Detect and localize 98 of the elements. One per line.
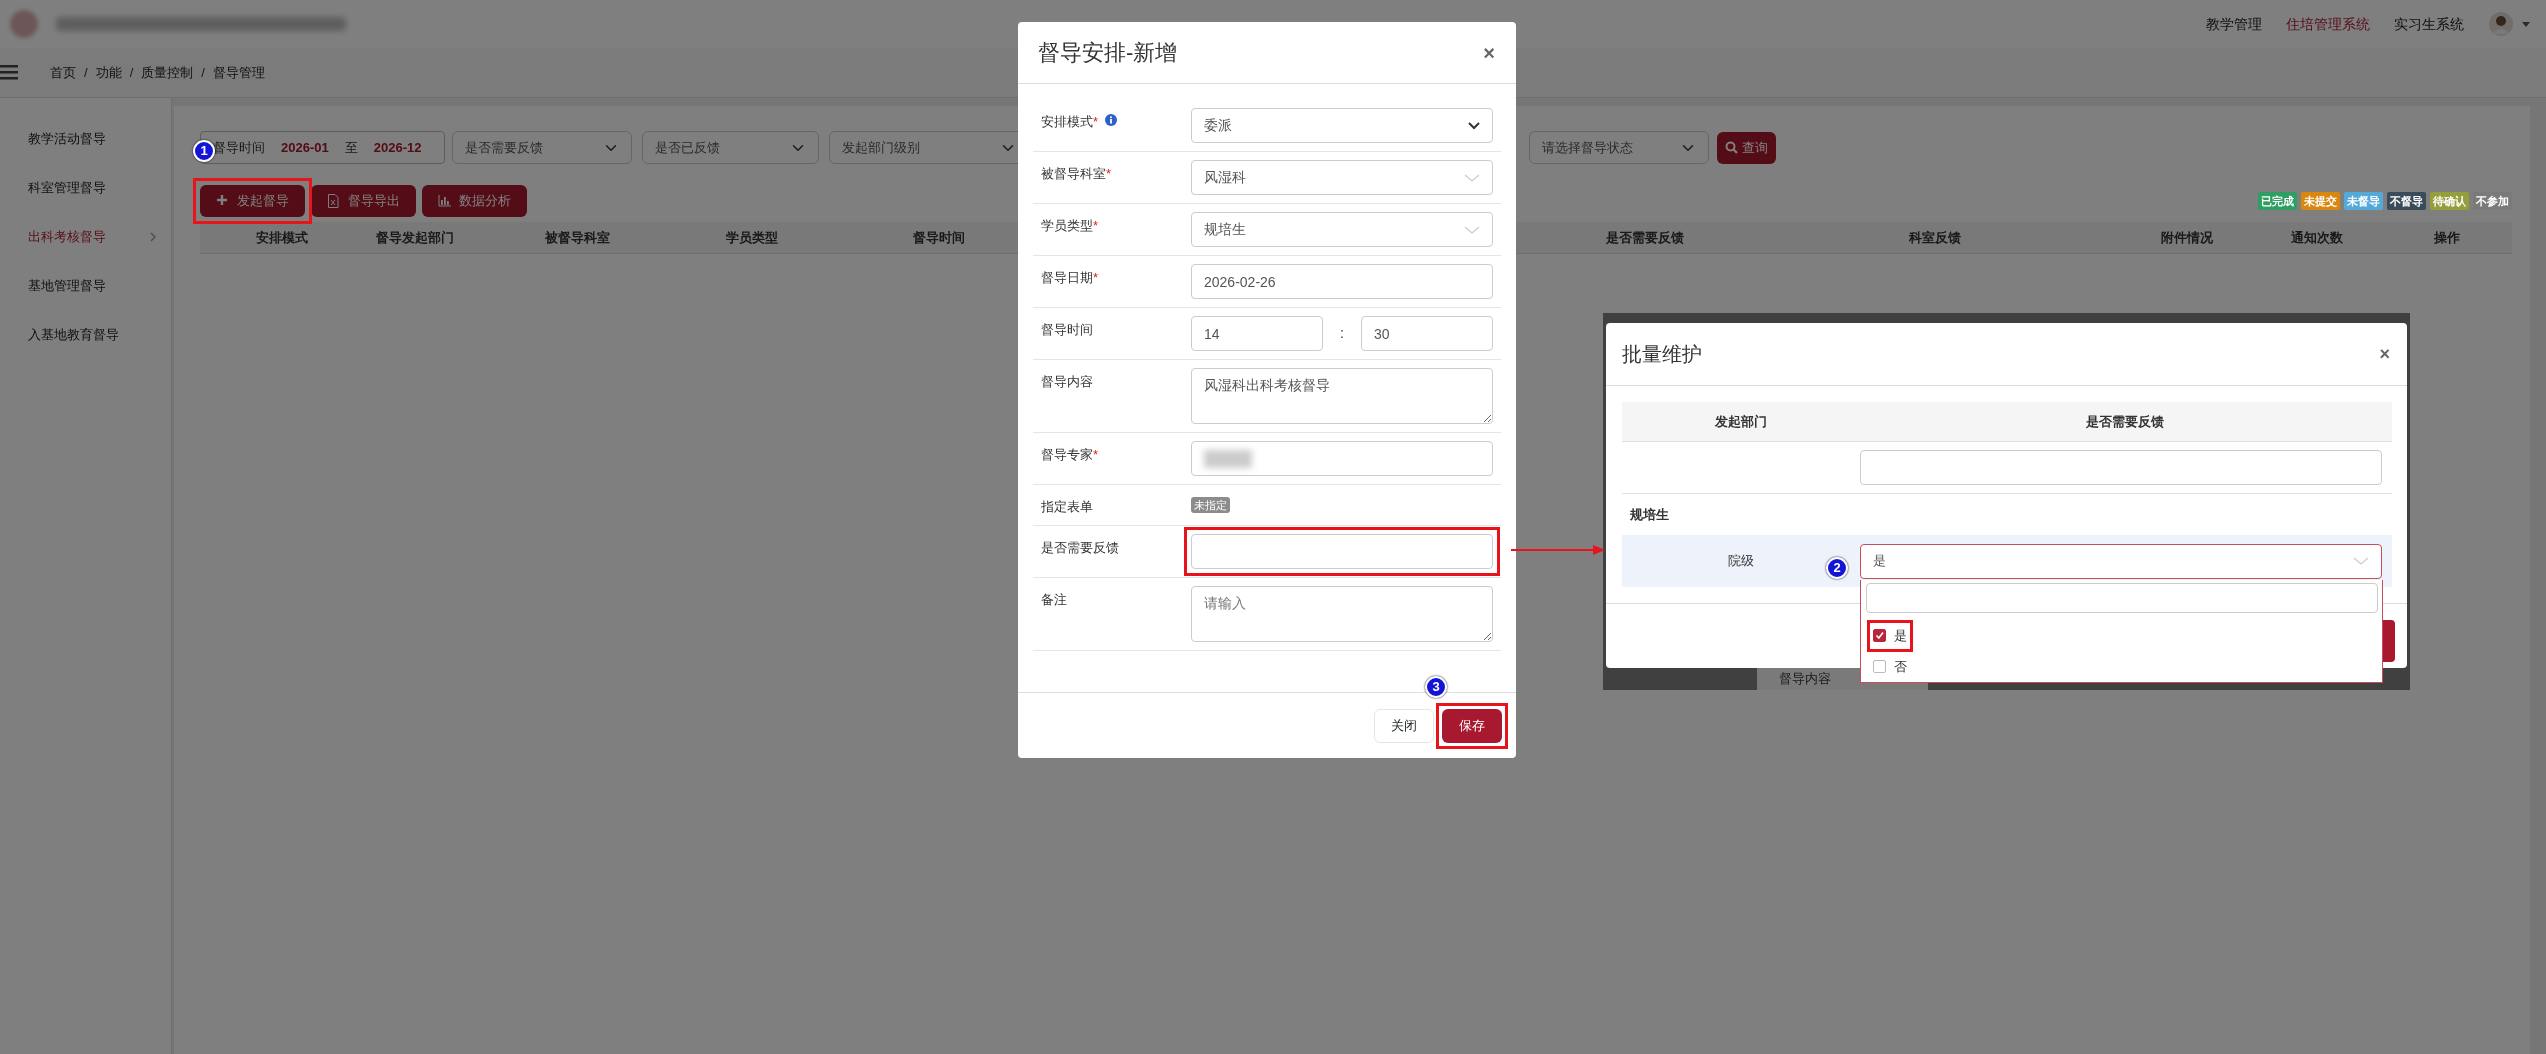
column-header: 发起部门 xyxy=(1714,412,1768,431)
filter-select[interactable]: 是否已反馈 xyxy=(642,131,819,164)
select-field[interactable]: 委派 xyxy=(1191,108,1493,143)
search-field[interactable] xyxy=(1866,583,2378,613)
column-header: 安排模式 xyxy=(255,228,309,247)
caret-icon[interactable] xyxy=(2522,21,2530,27)
select-field[interactable]: 风湿科 xyxy=(1191,160,1493,195)
column-header: 学员类型 xyxy=(725,228,779,247)
nav-link[interactable]: 教学管理 xyxy=(2206,13,2262,35)
field-label: 指定表单 xyxy=(1041,498,1093,516)
bar-chart-icon xyxy=(438,194,451,208)
field-label: 督导日期 xyxy=(1041,269,1093,287)
status-legend-tag: 不参加 xyxy=(2473,191,2512,211)
input-field[interactable] xyxy=(1191,441,1493,476)
column-header: 督导发起部门 xyxy=(375,228,455,247)
status-legend-tag: 未督导 xyxy=(2344,191,2383,211)
info-icon[interactable] xyxy=(1105,114,1118,126)
field-label: 是否需要反馈 xyxy=(1041,538,1119,557)
minute-field[interactable]: 30 xyxy=(1361,316,1493,351)
required-mark: * xyxy=(1093,113,1099,131)
status-legend-tag: 待确认 xyxy=(2430,191,2469,211)
breadcrumb-link[interactable]: 功能 xyxy=(95,62,122,83)
search-icon xyxy=(1725,141,1738,154)
breadcrumb-link[interactable]: 督导管理 xyxy=(212,62,265,83)
menu-icon[interactable] xyxy=(0,65,18,80)
dialog-title: 批量维护 xyxy=(1622,342,1702,367)
column-header: 被督导科室 xyxy=(543,228,611,247)
logo-icon xyxy=(8,8,40,40)
column-header: 通知次数 xyxy=(2290,228,2344,247)
status-select[interactable]: 请选择督导状态 xyxy=(1529,131,1709,164)
sidebar-item[interactable]: 基地管理督导 xyxy=(0,261,171,310)
chevron-icon xyxy=(150,231,157,242)
column-header: 督导时间 xyxy=(912,228,966,247)
nav-link[interactable]: 住培管理系统 xyxy=(2286,13,2370,35)
select-field[interactable]: 是 xyxy=(1860,543,2382,579)
hour-field[interactable]: 14 xyxy=(1191,316,1323,351)
column-header: 附件情况 xyxy=(2160,228,2214,247)
toolbar-button[interactable]: 数据分析 xyxy=(422,185,527,217)
column-header: 科室反馈 xyxy=(1908,228,1962,247)
breadcrumb-separator: / xyxy=(129,63,134,82)
column-header: 是否需要反馈 xyxy=(1605,228,1685,247)
sidebar-item[interactable]: 教学活动督导 xyxy=(0,114,171,163)
chevron-down-icon xyxy=(2353,557,2369,565)
field-label: 督导时间 xyxy=(1041,321,1093,339)
document-icon xyxy=(327,194,340,208)
checkbox[interactable] xyxy=(1873,629,1886,643)
input-field[interactable] xyxy=(1860,450,2382,485)
form-status-tag: 未指定 xyxy=(1191,496,1230,513)
select-field[interactable]: 规培生 xyxy=(1191,212,1493,247)
chevron-down-icon xyxy=(1468,121,1480,130)
avatar-icon[interactable] xyxy=(2488,11,2514,37)
chevron-down-icon xyxy=(1464,173,1480,182)
column-header: 是否需要反馈 xyxy=(2085,412,2165,431)
status-legend-tag: 不督导 xyxy=(2387,191,2426,211)
close-button[interactable]: × xyxy=(2378,339,2391,369)
breadcrumb-separator: / xyxy=(84,63,88,82)
redacted-value xyxy=(1204,449,1252,468)
required-mark: * xyxy=(1093,269,1099,287)
filter-select[interactable]: 是否需要反馈 xyxy=(452,131,632,164)
dialog-title: 督导安排-新增 xyxy=(1038,39,1178,67)
table-cell: 院级 xyxy=(1728,553,1754,569)
text-area-field[interactable]: 风湿科出科考核督导 xyxy=(1191,368,1493,424)
nav-link[interactable]: 实习生系统 xyxy=(2394,13,2464,35)
field-label: 被督导科室 xyxy=(1041,165,1106,183)
input-field[interactable]: 2026-02-26 xyxy=(1191,264,1493,299)
breadcrumb-separator: / xyxy=(201,63,205,82)
sidebar-item[interactable]: 出科考核督导 xyxy=(0,212,171,261)
plus-icon xyxy=(216,194,229,208)
breadcrumb-link[interactable]: 首页 xyxy=(50,62,76,83)
field-label: 学员类型 xyxy=(1041,217,1093,235)
required-mark: * xyxy=(1093,217,1099,235)
required-mark: * xyxy=(1106,165,1112,183)
close-button[interactable]: × xyxy=(1482,36,1496,69)
status-legend-tag: 已完成 xyxy=(2258,191,2297,211)
time-separator: : xyxy=(1339,324,1345,343)
breadcrumb-link[interactable]: 质量控制 xyxy=(141,62,194,83)
toolbar-button[interactable]: 发起督导 xyxy=(200,185,305,217)
chevron-down-icon xyxy=(1464,225,1480,234)
sidebar-item[interactable]: 入基地教育督导 xyxy=(0,310,171,359)
dropdown-option[interactable]: 是 xyxy=(1873,626,1907,646)
group-label: 规培生 xyxy=(1629,505,1669,524)
field-label: 督导专家 xyxy=(1041,446,1093,464)
required-mark: * xyxy=(1093,446,1099,464)
field-label: 督导内容 xyxy=(1041,373,1093,391)
button-edge[interactable] xyxy=(2383,620,2395,662)
field-label: 安排模式 xyxy=(1041,113,1093,131)
status-legend-tag: 未提交 xyxy=(2301,191,2340,211)
check-icon xyxy=(1875,631,1884,641)
query-button[interactable]: 查询 xyxy=(1717,131,1776,164)
field-label: 备注 xyxy=(1041,590,1067,609)
close-button[interactable]: 关闭 xyxy=(1374,708,1434,743)
column-header: 操作 xyxy=(2433,228,2461,247)
checkbox[interactable] xyxy=(1873,660,1886,674)
input-field[interactable] xyxy=(1191,533,1493,569)
toolbar-button[interactable]: 督导导出 xyxy=(311,185,416,217)
save-button[interactable]: 保存 xyxy=(1442,708,1502,743)
sidebar-item[interactable]: 科室管理督导 xyxy=(0,163,171,212)
text-area-field[interactable]: 请输入 xyxy=(1191,585,1493,642)
